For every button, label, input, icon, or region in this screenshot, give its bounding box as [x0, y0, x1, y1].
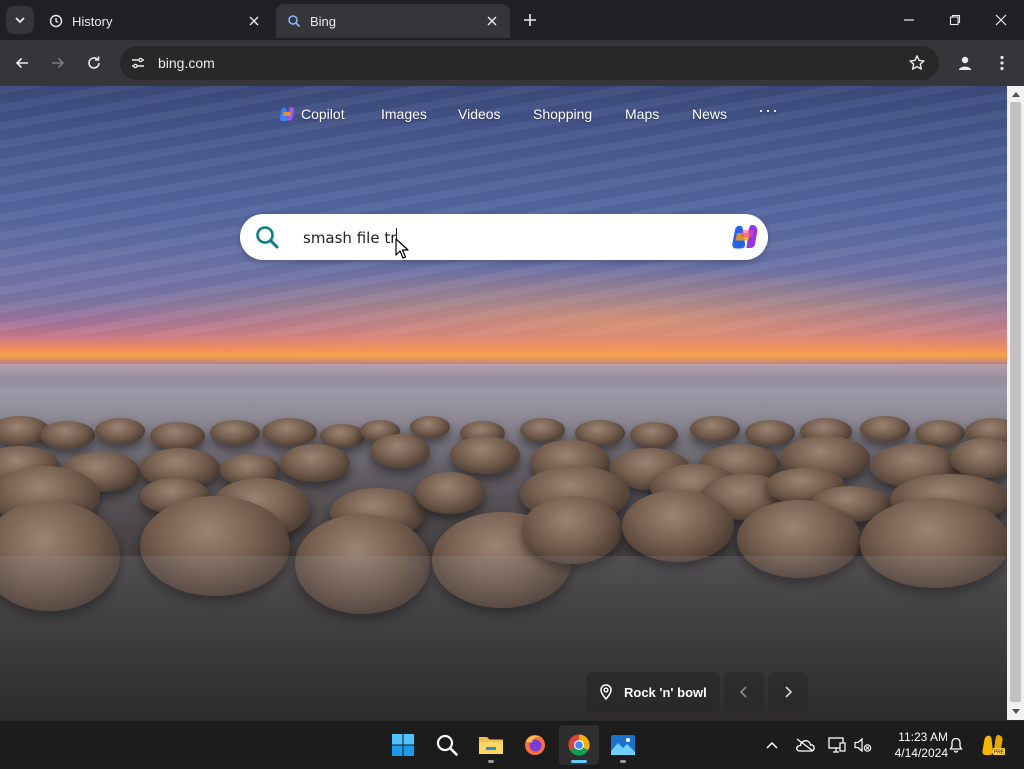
location-pin-icon	[600, 684, 612, 700]
photos-icon	[611, 735, 635, 755]
taskbar-search-button[interactable]	[427, 725, 467, 765]
windows-taskbar: 11:23 AM 4/14/2024 PRE	[0, 720, 1024, 769]
clock-time: 11:23 AM	[898, 730, 948, 744]
copilot-taskbar-button[interactable]: PRE	[980, 733, 1006, 757]
search-query-text: smash file tr	[303, 229, 397, 247]
nav-copilot[interactable]: Copilot	[279, 102, 345, 126]
firefox-app[interactable]	[515, 725, 555, 765]
onedrive-tray[interactable]	[793, 733, 817, 757]
reload-icon	[88, 56, 100, 69]
active-indicator	[571, 760, 587, 763]
minimize-button[interactable]	[886, 0, 932, 40]
plus-icon	[524, 14, 536, 26]
chrome-icon	[568, 734, 590, 756]
background-water	[0, 556, 1007, 720]
chevron-left-icon	[739, 686, 747, 698]
tab-title: Bing	[310, 13, 337, 29]
bookmark-star-icon[interactable]	[907, 53, 927, 73]
running-indicator	[620, 760, 626, 763]
page-scrollbar[interactable]	[1007, 86, 1024, 720]
taskbar-clock[interactable]: 11:23 AM 4/14/2024	[880, 729, 948, 761]
tab-search-button[interactable]	[6, 6, 34, 34]
photos-app[interactable]	[603, 725, 643, 765]
clock-date: 4/14/2024	[894, 746, 948, 760]
chevron-right-icon	[785, 686, 793, 698]
url-text[interactable]: bing.com	[158, 55, 215, 71]
background-sunset-glow	[0, 256, 1007, 366]
monitor-icon	[828, 737, 846, 753]
show-hidden-icons-button[interactable]	[760, 733, 784, 757]
nav-news[interactable]: News	[692, 102, 727, 126]
previous-image-button[interactable]	[724, 672, 764, 712]
nav-videos[interactable]: Videos	[458, 102, 501, 126]
restore-icon	[949, 14, 961, 26]
firefox-icon	[525, 735, 545, 755]
arrow-right-icon	[52, 57, 65, 69]
nav-shopping[interactable]: Shopping	[533, 102, 592, 126]
close-tab-icon[interactable]	[246, 13, 262, 29]
back-button[interactable]	[8, 49, 36, 77]
file-explorer-icon	[479, 737, 503, 754]
chrome-app[interactable]	[559, 725, 599, 765]
chevron-up-icon	[766, 741, 778, 749]
copilot-icon[interactable]	[730, 222, 760, 252]
browser-toolbar: bing.com	[0, 40, 1024, 86]
nav-images[interactable]: Images	[381, 102, 427, 126]
next-image-button[interactable]	[768, 672, 808, 712]
close-window-button[interactable]	[978, 0, 1024, 40]
running-indicator	[488, 760, 494, 763]
bing-homepage: Copilot Images Videos Shopping Maps News…	[0, 86, 1007, 720]
history-icon	[48, 13, 64, 29]
start-icon	[392, 734, 414, 756]
reload-button[interactable]	[80, 49, 108, 77]
search-box[interactable]: smash file tr	[240, 214, 768, 260]
arrow-left-icon	[15, 57, 28, 69]
scrollbar-thumb[interactable]	[1010, 102, 1021, 702]
search-icon[interactable]	[254, 224, 280, 250]
tab-bing[interactable]: Bing	[276, 4, 510, 38]
start-button[interactable]	[383, 725, 423, 765]
nav-label: Copilot	[301, 106, 345, 122]
profile-icon	[958, 56, 972, 70]
search-input[interactable]: smash file tr	[303, 228, 398, 247]
scroll-down-button[interactable]	[1007, 704, 1024, 720]
svg-text:PRE: PRE	[994, 750, 1005, 756]
volume-tray[interactable]	[851, 733, 875, 757]
display-tray[interactable]	[825, 733, 849, 757]
close-icon	[995, 14, 1007, 26]
nav-more[interactable]: ···	[758, 98, 779, 122]
tab-history[interactable]: History	[38, 4, 272, 38]
copilot-icon	[279, 107, 294, 121]
file-explorer-app[interactable]	[471, 725, 511, 765]
tab-title: History	[72, 13, 113, 29]
notifications-button[interactable]	[944, 733, 968, 757]
search-icon	[436, 734, 458, 756]
cloud-offline-icon	[796, 738, 815, 752]
new-tab-button[interactable]	[518, 8, 542, 32]
image-info-button[interactable]: Rock 'n' bowl	[586, 672, 720, 712]
site-info-icon[interactable]	[124, 49, 152, 77]
scroll-up-button[interactable]	[1007, 86, 1024, 102]
search-icon	[286, 13, 302, 29]
volume-muted-icon	[854, 737, 872, 753]
restore-button[interactable]	[932, 0, 978, 40]
bing-top-nav: Copilot Images Videos Shopping Maps News…	[0, 100, 1007, 126]
more-vertical-icon	[1000, 55, 1004, 71]
nav-maps[interactable]: Maps	[625, 102, 659, 126]
image-caption: Rock 'n' bowl	[624, 684, 707, 700]
triangle-down-icon	[1011, 709, 1020, 714]
triangle-up-icon	[1011, 92, 1020, 97]
copilot-preview-icon: PRE	[982, 735, 1005, 756]
bell-icon	[949, 737, 963, 753]
close-tab-icon[interactable]	[484, 13, 500, 29]
address-bar[interactable]: bing.com	[120, 46, 939, 80]
mouse-cursor-icon	[395, 238, 409, 259]
minimize-icon	[904, 19, 914, 21]
chevron-down-icon	[15, 17, 25, 24]
background-horizon	[0, 364, 1007, 386]
profile-button[interactable]	[951, 49, 979, 77]
forward-button[interactable]	[44, 49, 72, 77]
browser-menu-button[interactable]	[988, 49, 1016, 77]
tab-strip: History Bing	[0, 0, 1024, 40]
